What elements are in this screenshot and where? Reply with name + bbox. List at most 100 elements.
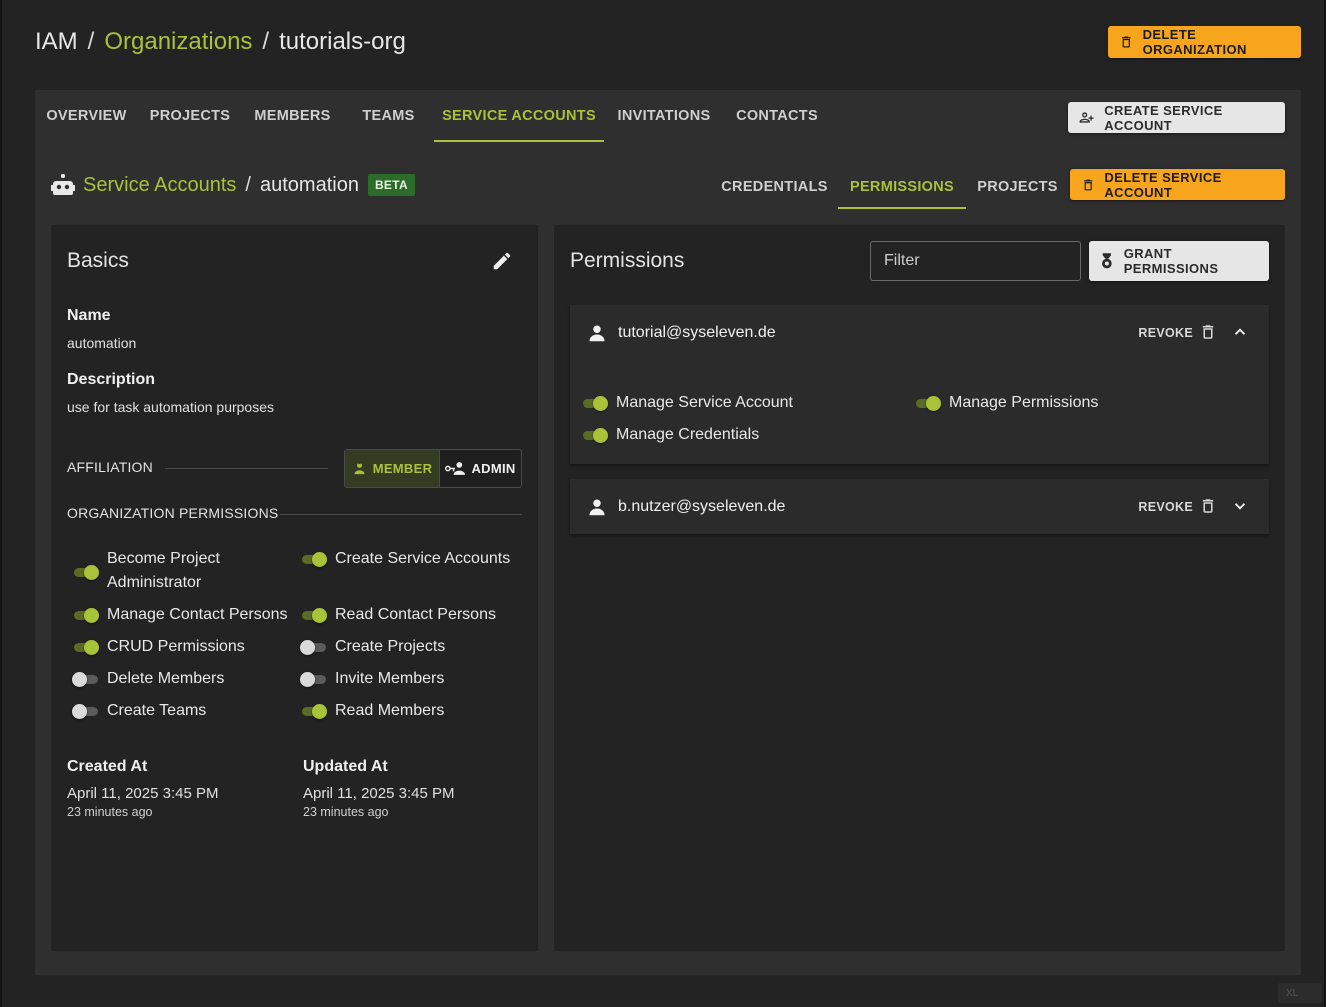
delete-service-account-label: DELETE SERVICE ACCOUNT (1104, 169, 1222, 200)
trash-icon[interactable] (1199, 323, 1217, 341)
robot-icon (51, 174, 75, 195)
breadcrumb-current: tutorials-org (279, 28, 406, 55)
chevron-down-icon[interactable] (1231, 497, 1249, 515)
permission-label: Manage Credentials (616, 426, 760, 443)
permission-entry-collapsed: b.nutzer@syseleven.de REVOKE (570, 479, 1269, 534)
tab-teams[interactable]: TEAMS (343, 90, 434, 142)
filter-input[interactable] (870, 241, 1081, 281)
permission-read-members: Read Members (299, 699, 444, 723)
breadcrumb-separator: / (87, 28, 95, 55)
member-icon (354, 462, 365, 475)
affiliation-admin-button[interactable]: ADMIN (440, 450, 521, 487)
window-edge-left (0, 0, 2, 1007)
trash-icon (1083, 179, 1093, 190)
name-label: Name (67, 307, 111, 324)
main-panel: OVERVIEW PROJECTS MEMBERS TEAMS SERVICE … (35, 90, 1301, 975)
corner-badge: XL (1278, 983, 1322, 1003)
affiliation-label: AFFILIATION (67, 459, 153, 475)
grant-permissions-button[interactable]: GRANT PERMISSIONS (1089, 241, 1269, 281)
service-account-tabs: CREDENTIALS PERMISSIONS PROJECTS (711, 164, 1069, 209)
org-permissions-label: ORGANIZATION PERMISSIONS (67, 505, 279, 521)
crud-permissions-toggle[interactable] (71, 635, 101, 659)
become-project-admin-toggle[interactable] (71, 560, 101, 584)
entry-permission-manage-permissions: Manage Permissions (913, 391, 1098, 415)
org-tabs: OVERVIEW PROJECTS MEMBERS TEAMS SERVICE … (35, 90, 830, 142)
corner-badge-label: XL (1286, 987, 1299, 999)
tab-permissions[interactable]: PERMISSIONS (838, 164, 966, 209)
create-teams-toggle[interactable] (71, 699, 101, 723)
permission-create-teams: Create Teams (71, 699, 206, 723)
permission-label: Create Projects (335, 638, 446, 655)
tab-projects[interactable]: PROJECTS (138, 90, 242, 142)
trash-icon[interactable] (1199, 497, 1217, 515)
permission-email: b.nutzer@syseleven.de (618, 497, 786, 515)
name-value: automation (67, 335, 137, 351)
tab-overview[interactable]: OVERVIEW (35, 90, 138, 142)
delete-organization-button[interactable]: DELETE ORGANIZATION (1108, 26, 1301, 58)
tab-invitations[interactable]: INVITATIONS (604, 90, 724, 142)
breadcrumb-organizations-link[interactable]: Organizations (104, 28, 252, 56)
breadcrumb-root: IAM (35, 28, 78, 55)
manage-contact-persons-toggle[interactable] (71, 603, 101, 627)
permission-label: Read Contact Persons (335, 606, 496, 623)
tab-credentials[interactable]: CREDENTIALS (711, 164, 838, 209)
read-members-toggle[interactable] (299, 699, 329, 723)
created-at-relative: 23 minutes ago (67, 805, 153, 819)
permission-crud-permissions: CRUD Permissions (71, 635, 245, 659)
create-service-accounts-toggle[interactable] (299, 547, 329, 571)
description-label: Description (67, 371, 156, 388)
permission-label: Manage Contact Persons (107, 606, 288, 623)
affiliation-toggle-group: MEMBER ADMIN (344, 449, 522, 488)
permission-label: Create Teams (107, 702, 207, 719)
service-accounts-link[interactable]: Service Accounts (83, 174, 236, 197)
beta-badge: BETA (367, 174, 415, 196)
entry-permission-manage-credentials: Manage Credentials (580, 423, 759, 447)
admin-key-icon (445, 462, 466, 475)
create-service-account-button[interactable]: CREATE SERVICE ACCOUNT (1068, 102, 1285, 133)
tab-contacts[interactable]: CONTACTS (724, 90, 830, 142)
permissions-title: Permissions (570, 249, 685, 272)
breadcrumb: IAM / Organizations / tutorials-org (35, 27, 406, 57)
revoke-button[interactable]: REVOKE (1138, 479, 1193, 534)
tab-service-accounts[interactable]: SERVICE ACCOUNTS (434, 90, 604, 142)
permission-label: Create Service Accounts (335, 550, 511, 567)
create-service-account-label: CREATE SERVICE ACCOUNT (1104, 102, 1223, 133)
permission-label: Invite Members (335, 670, 445, 687)
permission-invite-members: Invite Members (299, 667, 444, 691)
manage-service-account-toggle[interactable] (580, 391, 610, 415)
permission-label: Manage Service Account (616, 394, 793, 411)
chevron-up-icon[interactable] (1231, 323, 1249, 341)
grant-permissions-label: GRANT PERMISSIONS (1123, 246, 1219, 276)
read-contact-persons-toggle[interactable] (299, 603, 329, 627)
permission-create-service-accounts: Create Service Accounts (299, 547, 510, 571)
service-account-name: automation (259, 173, 359, 196)
affiliation-divider (165, 468, 328, 469)
tab-members[interactable]: MEMBERS (242, 90, 343, 142)
manage-credentials-toggle[interactable] (580, 423, 610, 447)
permission-entry-expanded: tutorial@syseleven.de REVOKE Manage Serv… (570, 305, 1269, 464)
person-icon (589, 499, 605, 515)
updated-at-relative: 23 minutes ago (303, 805, 389, 819)
create-projects-toggle[interactable] (299, 635, 329, 659)
permission-label: CRUD Permissions (107, 638, 245, 655)
breadcrumb-separator: / (262, 28, 270, 55)
tab-sa-projects[interactable]: PROJECTS (966, 164, 1069, 209)
created-at-value: April 11, 2025 3:45 PM (67, 785, 219, 802)
permission-read-contact-persons: Read Contact Persons (299, 603, 496, 627)
delete-service-account-button[interactable]: DELETE SERVICE ACCOUNT (1070, 169, 1285, 200)
invite-members-toggle[interactable] (299, 667, 329, 691)
updated-at-label: Updated At (303, 758, 388, 775)
updated-at-value: April 11, 2025 3:45 PM (303, 785, 455, 802)
delete-members-toggle[interactable] (71, 667, 101, 691)
entry-permission-manage-service-account: Manage Service Account (580, 391, 793, 415)
permission-email: tutorial@syseleven.de (618, 323, 776, 341)
sub-breadcrumb-separator: / (245, 173, 251, 196)
manage-permissions-toggle[interactable] (913, 391, 943, 415)
permission-delete-members: Delete Members (71, 667, 224, 691)
revoke-button[interactable]: REVOKE (1138, 305, 1193, 360)
trash-icon (1122, 36, 1131, 48)
edit-icon[interactable] (491, 250, 513, 272)
affiliation-member-button[interactable]: MEMBER (345, 450, 440, 487)
permission-label: Manage Permissions (949, 394, 1099, 411)
permission-create-projects: Create Projects (299, 635, 445, 659)
